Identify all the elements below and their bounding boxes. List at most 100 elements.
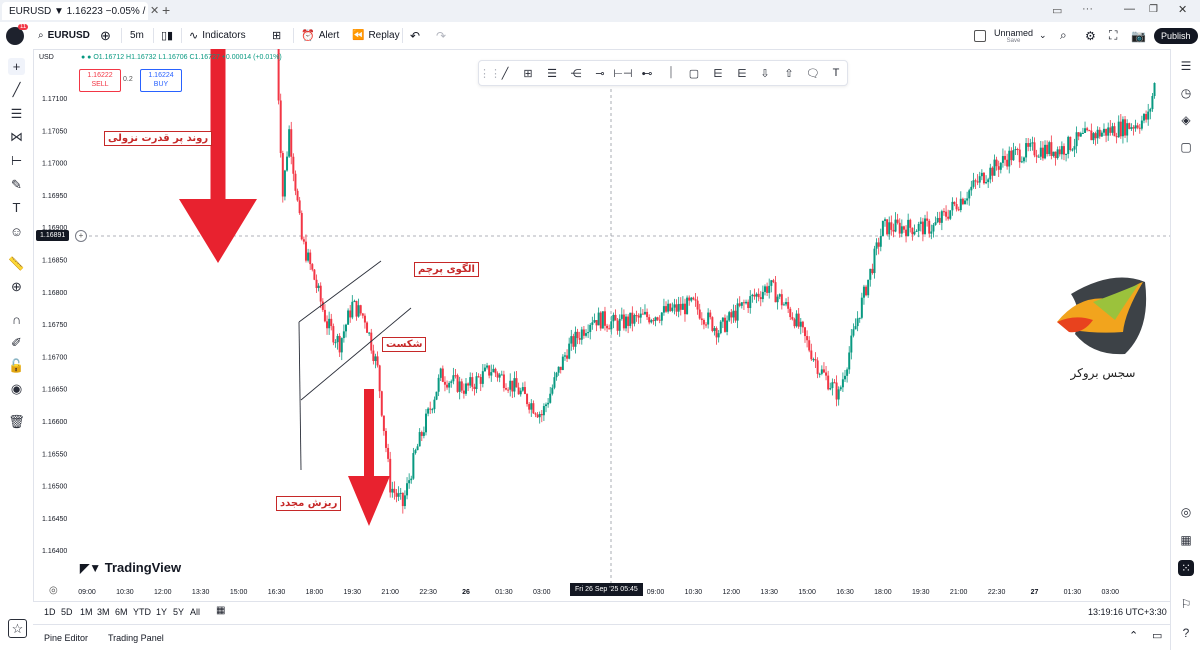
minimize-icon[interactable]: — [1124,3,1135,15]
range-all[interactable]: All [190,607,200,617]
rectangle-tool-icon[interactable]: ▢ [685,64,703,82]
candle-body [1128,123,1131,129]
templates-button[interactable]: ⊞ [272,22,281,49]
range-ytd[interactable]: YTD [133,607,151,617]
trading-panel-tab[interactable]: Trading Panel [108,633,164,643]
range-1m[interactable]: 1M [80,607,93,617]
candle-body [884,219,887,221]
annotation-flag-pattern[interactable]: الگوی پرچم [414,262,479,277]
fib-icon: ☰ [10,105,23,121]
calendar-button[interactable]: ▦ [1178,532,1194,548]
line-tool-icon[interactable]: ╱ [496,64,514,82]
range-5y[interactable]: 5Y [173,607,184,617]
symbol-search[interactable]: ⌕ EURUSD [38,22,90,49]
zoom-tool[interactable]: ⊕ [8,278,25,295]
replay-button[interactable]: ⏪ Replay [352,22,400,49]
fib-tool[interactable]: ☰ [8,105,25,122]
fib-channel-icon[interactable]: ⋿ [709,64,727,82]
ruler-tool[interactable]: 📏 [8,255,25,272]
snapshot-button[interactable]: 📷 [1131,22,1146,49]
layout-name-button[interactable]: Unnamed Save [994,22,1033,49]
range-1y[interactable]: 1Y [156,607,167,617]
remove-tool[interactable]: 🗑 [8,413,25,430]
chart-pane[interactable]: 1.17100 1.17050 1.17000 1.16950 1.16900 1.168… [33,49,1170,601]
ideas-button[interactable]: ◎ [1178,504,1194,520]
channel-tool-icon[interactable]: ☰ [543,64,561,82]
maximize-panel-icon[interactable]: ▭ [1152,629,1162,642]
callout-tool-icon[interactable]: 🗨 [804,64,822,82]
interval-button[interactable]: 5m [130,22,144,49]
chats-button[interactable]: ▢ [1178,139,1194,155]
horizontal-ray-icon[interactable]: ⊸ [591,64,609,82]
measure-tool[interactable]: ⊢ [8,152,25,169]
quick-search-button[interactable]: ⌕ [1060,22,1067,49]
add-alert-icon[interactable]: + [75,230,87,242]
date-range-icon[interactable]: ⊢⊣ [613,64,632,82]
sell-button[interactable]: 1.16222 SELL [79,69,121,92]
magnet-tool[interactable]: ∩ [8,311,25,328]
buy-button[interactable]: 1.16224 BUY [140,69,182,92]
annotation-continued-drop[interactable]: ریزش مجدد [276,496,342,511]
object-tree-button[interactable]: ◈ [1178,112,1194,128]
products-button[interactable]: ⁙ [1178,560,1194,576]
compare-button[interactable]: ⊕ [100,22,111,49]
close-window-icon[interactable]: ✕ [1178,3,1187,16]
close-tab-icon[interactable]: ✕ [150,4,159,17]
time-settings-icon[interactable]: ◎ [49,585,58,596]
range-6m[interactable]: 6M [115,607,128,617]
settings-button[interactable]: ⚙ [1085,22,1096,49]
parallel-channel-icon[interactable]: ⋿ [733,64,751,82]
annotation-strong-downtrend[interactable]: روند پر قدرت نزولی [104,131,213,146]
browser-tab-bar: EURUSD ▼ 1.16223 −0.05% / Un ✕ + ▭ ··· —… [0,0,1200,23]
clock-icon: ◷ [1180,86,1192,100]
text-tool-icon[interactable]: T [827,64,845,82]
brush-tool[interactable]: ✎ [8,176,25,193]
redo-button[interactable]: ↷ [436,22,446,49]
publish-button[interactable]: Publish [1154,22,1198,49]
help-button[interactable]: ? [1178,625,1194,641]
range-5d[interactable]: 5D [61,607,73,617]
favorites-tool[interactable]: ☆ [8,619,27,638]
pine-editor-tab[interactable]: Pine Editor [44,633,88,643]
chart-type-button[interactable]: ▯▮ [161,22,173,49]
watchlist-button[interactable]: ☰ [1178,58,1194,74]
lock-tool[interactable]: 🔓 [8,357,25,374]
layout-icon[interactable]: ▭ [1052,4,1062,17]
candle-body [317,285,320,289]
alerts-button[interactable]: ◷ [1178,85,1194,101]
candle-body [673,304,676,308]
chart-tab[interactable]: EURUSD ▼ 1.16223 −0.05% / Un [2,2,148,20]
trendline-tool[interactable]: ╱ [8,81,25,98]
x-tick-label: 21:00 [950,589,968,596]
range-1d[interactable]: 1D [44,607,56,617]
utc-clock[interactable]: 13:19:16 UTC+3:30 [1088,607,1167,617]
new-tab-button[interactable]: + [162,2,170,18]
alert-button[interactable]: ⏰ Alert [301,22,339,49]
annotation-breakout[interactable]: شکست [382,337,427,352]
maximize-icon[interactable]: ❐ [1149,4,1158,15]
range-3m[interactable]: 3M [97,607,110,617]
notifications-button[interactable]: ⚐ [1178,596,1194,612]
candle-body [389,458,392,493]
pattern-tool[interactable]: ⋈ [8,128,25,145]
undo-button[interactable]: ↶ [410,22,420,49]
go-to-date-icon[interactable]: ▦ [216,605,225,616]
arrow-up-tool-icon[interactable]: ⇧ [780,64,798,82]
vertical-line-icon[interactable]: ⏐ [662,64,680,82]
layout-dropdown[interactable]: ⌄ [1039,22,1047,49]
emoji-tool[interactable]: ☺ [8,223,25,240]
indicators-button[interactable]: ∿ Indicators [189,22,246,49]
horizontal-line-icon[interactable]: ⊷ [638,64,656,82]
fullscreen-button[interactable]: ⛶ [1109,22,1117,49]
stay-drawing-tool[interactable]: ✐ [8,334,25,351]
text-tool[interactable]: T [8,199,25,216]
collapse-panel-icon[interactable]: ⌃ [1129,629,1138,642]
crosshair-tool[interactable]: + [8,58,25,75]
grid-tool-icon[interactable]: ⊞ [519,64,537,82]
hide-tool[interactable]: ◉ [8,380,25,397]
layout-checkbox[interactable] [974,22,986,49]
user-avatar[interactable]: 11 [6,22,29,49]
arrow-down-tool-icon[interactable]: ⇩ [756,64,774,82]
more-icon[interactable]: ··· [1082,3,1093,15]
pitchfork-tool-icon[interactable]: ⋲ [567,64,585,82]
